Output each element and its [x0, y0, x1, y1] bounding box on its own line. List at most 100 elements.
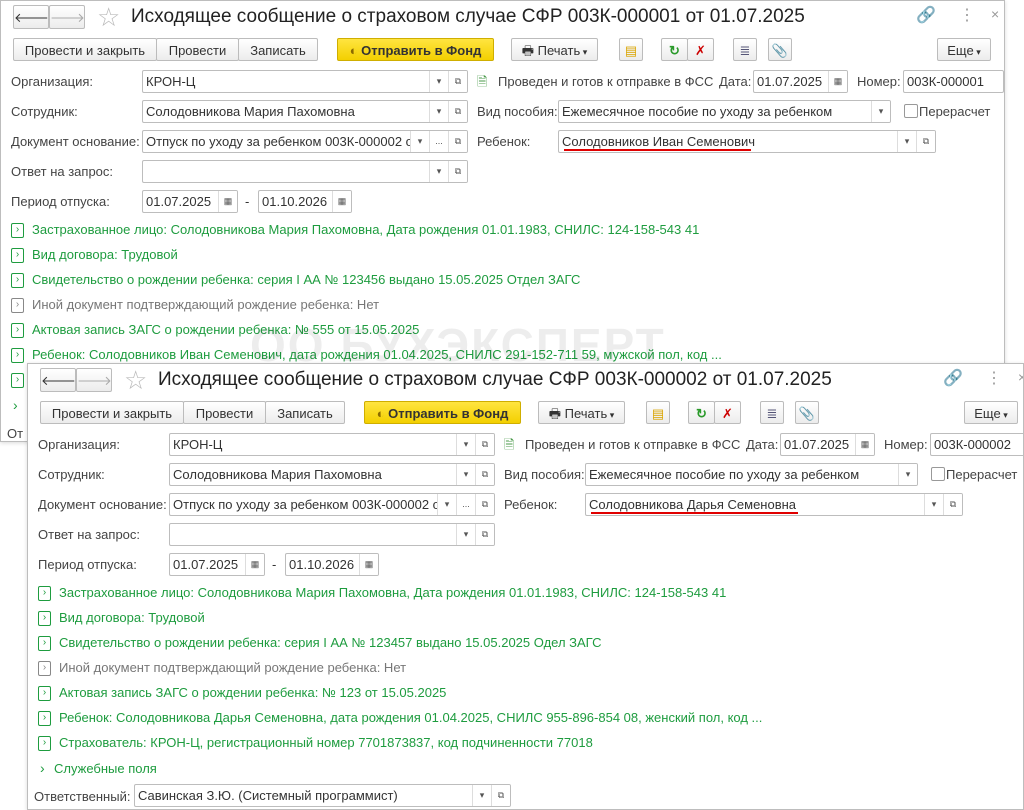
recalc-checkbox[interactable] [931, 467, 945, 481]
select-more-button[interactable]: ... [456, 494, 475, 515]
chevron-down-icon[interactable]: ▾ [871, 101, 890, 122]
chevron-down-icon[interactable]: ▾ [429, 101, 448, 122]
org-field[interactable]: КРОН-Ц ⧉ ▾ [142, 70, 468, 93]
post-and-close-button[interactable]: Провести и закрыть [40, 401, 184, 424]
list-icon[interactable]: ≣ [733, 38, 757, 61]
period-to-field[interactable]: 01.10.2026 ▦ [285, 553, 379, 576]
chevron-down-icon[interactable]: ▾ [456, 524, 475, 545]
attach-icon[interactable]: 📎 [795, 401, 819, 424]
clear-posting-icon[interactable]: ✗ [714, 401, 741, 424]
open-icon[interactable]: ⧉ [475, 464, 494, 485]
section-3[interactable]: Иной документ подтверждающий рождение ре… [59, 660, 406, 675]
post-button[interactable]: Провести [183, 401, 266, 424]
star-icon[interactable]: ☆ [97, 2, 120, 33]
star-icon[interactable]: ☆ [124, 365, 147, 396]
service-fields-chevron-icon[interactable]: › [40, 760, 45, 776]
close-icon[interactable]: × [991, 6, 999, 22]
print-button[interactable]: 🖶 Печать ▾ [511, 38, 598, 61]
period-from-field[interactable]: 01.07.2025 ▦ [142, 190, 238, 213]
calendar-icon[interactable]: ▦ [218, 191, 237, 212]
service-fields-toggle[interactable]: Служебные поля [54, 761, 157, 776]
section-4[interactable]: Актовая запись ЗАГС о рождении ребенка: … [59, 685, 446, 700]
service-fields-chevron-icon[interactable]: › [13, 397, 18, 413]
open-icon[interactable]: ⧉ [448, 161, 467, 182]
section-1[interactable]: Вид договора: Трудовой [32, 247, 178, 262]
post-and-close-button[interactable]: Провести и закрыть [13, 38, 157, 61]
chevron-down-icon[interactable]: ▾ [472, 785, 491, 806]
back-button[interactable]: 🡐 [40, 368, 76, 392]
section-0[interactable]: Застрахованное лицо: Солодовникова Мария… [59, 585, 726, 600]
section-expand-icon[interactable]: › [38, 686, 51, 701]
section-expand-icon[interactable]: › [38, 636, 51, 651]
back-button[interactable]: 🡐 [13, 5, 49, 29]
open-icon[interactable]: ⧉ [448, 131, 467, 152]
forward-button[interactable]: 🡒 [49, 5, 85, 29]
section-1[interactable]: Вид договора: Трудовой [59, 610, 205, 625]
refresh-icon[interactable]: ↻ [661, 38, 688, 61]
date-field[interactable]: 01.07.2025 ▦ [780, 433, 875, 456]
chevron-down-icon[interactable]: ▾ [429, 161, 448, 182]
more-button[interactable]: Еще ▾ [937, 38, 991, 61]
chevron-down-icon[interactable]: ▾ [897, 131, 916, 152]
calendar-icon[interactable]: ▦ [855, 434, 874, 455]
section-expand-icon[interactable]: › [38, 661, 51, 676]
section-6[interactable]: Страхователь: КРОН-Ц, регистрационный но… [59, 735, 593, 750]
chevron-down-icon[interactable]: ▾ [437, 494, 456, 515]
section-expand-icon[interactable]: › [11, 273, 24, 288]
section-expand-icon[interactable]: › [11, 248, 24, 263]
open-icon[interactable]: ⧉ [943, 494, 962, 515]
chevron-down-icon[interactable]: ▾ [429, 71, 448, 92]
report-icon[interactable]: ▤ [619, 38, 643, 61]
chevron-down-icon[interactable]: ▾ [898, 464, 917, 485]
post-button[interactable]: Провести [156, 38, 239, 61]
print-button[interactable]: 🖶 Печать ▾ [538, 401, 625, 424]
chevron-down-icon[interactable]: ▾ [924, 494, 943, 515]
section-expand-icon[interactable]: › [38, 586, 51, 601]
link-icon[interactable]: 🔗 [943, 368, 963, 388]
section-5[interactable]: Ребенок: Солодовникова Дарья Семеновна, … [59, 710, 762, 725]
close-icon[interactable]: × [1018, 369, 1023, 385]
open-icon[interactable]: ⧉ [475, 494, 494, 515]
number-field[interactable]: 003К-000002 [930, 433, 1023, 456]
section-expand-icon[interactable]: › [11, 298, 24, 313]
basis-field[interactable]: Отпуск по уходу за ребенком 003К-000002 … [169, 493, 495, 516]
list-icon[interactable]: ≣ [760, 401, 784, 424]
period-to-field[interactable]: 01.10.2026 ▦ [258, 190, 352, 213]
section-expand-icon[interactable]: › [11, 348, 24, 363]
open-icon[interactable]: ⧉ [475, 524, 494, 545]
open-icon[interactable]: ⧉ [448, 101, 467, 122]
number-field[interactable]: 003К-000001 [903, 70, 1004, 93]
save-button[interactable]: Записать [265, 401, 345, 424]
more-vert-icon[interactable]: ⋮ [986, 368, 1002, 388]
section-expand-icon[interactable]: › [38, 736, 51, 751]
send-to-fund-button[interactable]: ◐ Отправить в Фонд [337, 38, 494, 61]
calendar-icon[interactable]: ▦ [245, 554, 264, 575]
section-0[interactable]: Застрахованное лицо: Солодовникова Мария… [32, 222, 699, 237]
open-icon[interactable]: ⧉ [916, 131, 935, 152]
chevron-down-icon[interactable]: ▾ [456, 434, 475, 455]
chevron-down-icon[interactable]: ▾ [456, 464, 475, 485]
benefit-field[interactable]: Ежемесячное пособие по уходу за ребенком… [558, 100, 891, 123]
recalc-checkbox[interactable] [904, 104, 918, 118]
benefit-field[interactable]: Ежемесячное пособие по уходу за ребенком… [585, 463, 918, 486]
link-icon[interactable]: 🔗 [916, 5, 936, 25]
select-more-button[interactable]: ... [429, 131, 448, 152]
basis-field[interactable]: Отпуск по уходу за ребенком 003К-000002 … [142, 130, 468, 153]
refresh-icon[interactable]: ↻ [688, 401, 715, 424]
reply-field[interactable]: ⧉ ▾ [169, 523, 495, 546]
section-3[interactable]: Иной документ подтверждающий рождение ре… [32, 297, 379, 312]
section-expand-icon[interactable]: › [38, 611, 51, 626]
section-2[interactable]: Свидетельство о рождении ребенка: серия … [59, 635, 602, 650]
chevron-down-icon[interactable]: ▾ [410, 131, 429, 152]
open-icon[interactable]: ⧉ [475, 434, 494, 455]
more-vert-icon[interactable]: ⋮ [959, 5, 975, 25]
emp-field[interactable]: Солодовникова Мария Пахомовна ⧉ ▾ [169, 463, 495, 486]
more-button[interactable]: Еще ▾ [964, 401, 1018, 424]
org-field[interactable]: КРОН-Ц ⧉ ▾ [169, 433, 495, 456]
section-2[interactable]: Свидетельство о рождении ребенка: серия … [32, 272, 580, 287]
send-to-fund-button[interactable]: ◐ Отправить в Фонд [364, 401, 521, 424]
section-expand-icon[interactable]: › [11, 373, 24, 388]
open-icon[interactable]: ⧉ [448, 71, 467, 92]
section-expand-icon[interactable]: › [11, 323, 24, 338]
section-expand-icon[interactable]: › [11, 223, 24, 238]
